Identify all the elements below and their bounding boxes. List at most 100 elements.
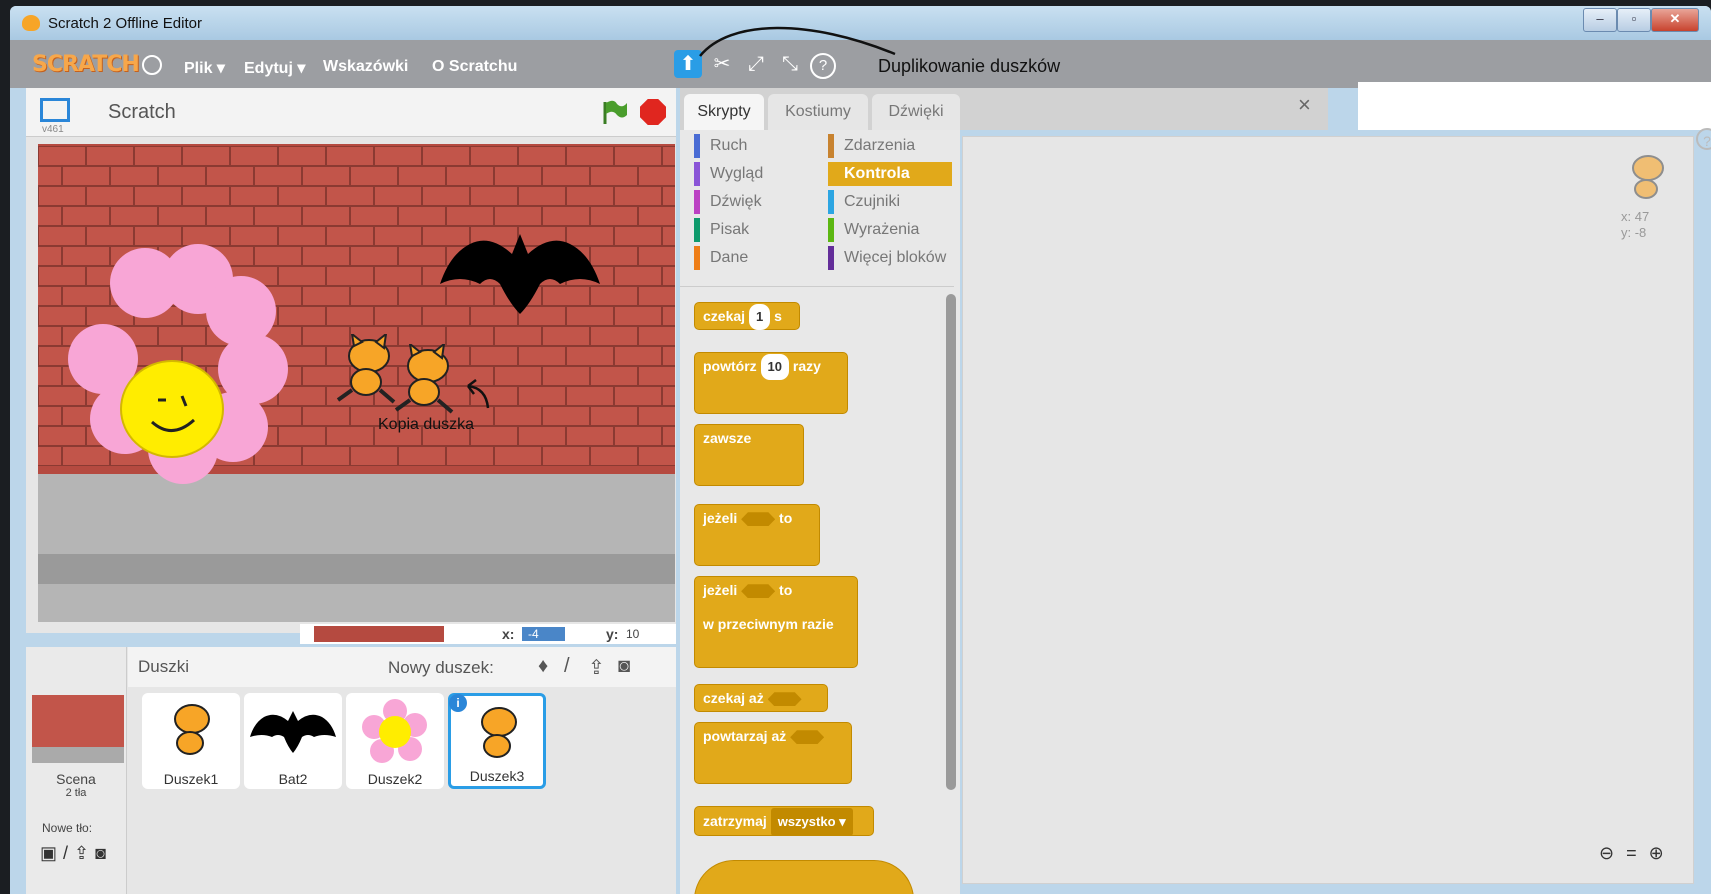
stage-header: v461 Scratch xyxy=(26,88,676,137)
help-icon[interactable]: ? xyxy=(1696,128,1711,150)
editor-tabs: Skrypty Kostiumy Dźwięki × xyxy=(680,88,1328,130)
repeat-block[interactable]: powtórz 10 razy xyxy=(694,352,848,414)
brick xyxy=(518,426,566,446)
zoom-reset-icon[interactable]: = xyxy=(1626,843,1649,863)
sprite-card-bat2[interactable]: Bat2 xyxy=(244,693,342,789)
condition-slot[interactable] xyxy=(741,584,776,599)
backdrop-tools-icon[interactable]: ▣/⇪◙ xyxy=(40,843,112,864)
block-input[interactable]: 10 xyxy=(760,354,790,380)
tab-scripts[interactable]: Skrypty xyxy=(684,94,764,130)
green-flag-icon[interactable] xyxy=(600,98,628,126)
category-ruch[interactable]: Ruch xyxy=(694,134,816,158)
paint-sprite-icon[interactable]: / xyxy=(564,655,570,678)
wait-until-block[interactable]: czekaj aż xyxy=(694,684,828,712)
brick xyxy=(662,226,675,246)
brick xyxy=(86,146,134,166)
category-więcej-bloków[interactable]: Więcej bloków xyxy=(828,246,952,270)
flower-sprite[interactable] xyxy=(120,360,224,458)
brick xyxy=(518,186,566,206)
menu-about[interactable]: O Scratchu xyxy=(432,58,517,76)
brick xyxy=(278,266,326,286)
repeat-until-block[interactable]: powtarzaj aż xyxy=(694,722,852,784)
close-button[interactable]: ✕ xyxy=(1651,8,1699,32)
stop-dropdown[interactable]: wszystko ▾ xyxy=(770,808,853,836)
stage-canvas[interactable]: Kopia duszka xyxy=(38,144,675,622)
zoom-out-icon[interactable]: ⊖ xyxy=(1599,843,1626,863)
brick xyxy=(302,246,350,266)
brick xyxy=(470,186,518,206)
sprite-card-duszek3[interactable]: i Duszek3 xyxy=(448,693,546,789)
forever-block[interactable]: zawsze xyxy=(694,424,804,486)
window-title: Scratch 2 Offline Editor xyxy=(48,15,202,32)
brick xyxy=(614,346,662,366)
stage-selector[interactable]: Scena 2 tła Nowe tło: ▣/⇪◙ xyxy=(26,647,127,894)
fullscreen-icon[interactable] xyxy=(40,98,70,122)
scratch-logo[interactable]: SCRATCH xyxy=(32,52,140,77)
camera-icon[interactable]: ◙ xyxy=(618,655,630,678)
block-input[interactable]: 1 xyxy=(748,304,771,330)
category-label: Pisak xyxy=(710,221,750,238)
stage-panel: v461 Scratch Kopia duszka xyxy=(26,88,676,633)
sprite-library-icon[interactable]: ♦ xyxy=(538,655,548,678)
stop-block[interactable]: zatrzymaj wszystko ▾ xyxy=(694,806,874,836)
category-color-icon xyxy=(694,246,700,270)
brick xyxy=(422,146,470,166)
condition-slot[interactable] xyxy=(790,730,825,745)
if-block[interactable]: jeżeli to xyxy=(694,504,820,566)
cat-copy-sprite[interactable] xyxy=(390,344,464,414)
project-title[interactable]: Scratch xyxy=(108,101,176,124)
brick xyxy=(398,166,446,186)
zoom-controls[interactable]: ⊖=⊕ xyxy=(1599,843,1676,864)
category-wygląd[interactable]: Wygląd xyxy=(694,162,816,186)
brick xyxy=(326,266,374,286)
brick xyxy=(614,186,662,206)
category-dźwięk[interactable]: Dźwięk xyxy=(694,190,816,214)
brick xyxy=(566,346,614,366)
globe-icon[interactable] xyxy=(142,55,162,75)
bat-sprite[interactable] xyxy=(430,214,610,324)
wait-block[interactable]: czekaj 1 s xyxy=(694,302,800,330)
menu-tips[interactable]: Wskazówki xyxy=(323,58,408,76)
category-wyrażenia[interactable]: Wyrażenia xyxy=(828,218,952,242)
category-kontrola[interactable]: Kontrola xyxy=(828,162,952,186)
info-icon[interactable]: i xyxy=(449,694,467,712)
zoom-in-icon[interactable]: ⊕ xyxy=(1649,843,1676,863)
brick xyxy=(182,226,230,246)
if-else-block[interactable]: jeżeli to w przeciwnym razie xyxy=(694,576,858,668)
condition-slot[interactable] xyxy=(741,512,776,527)
brick xyxy=(638,326,675,346)
brick xyxy=(278,386,326,406)
category-czujniki[interactable]: Czujniki xyxy=(828,190,952,214)
brick xyxy=(638,166,675,186)
brick xyxy=(350,286,398,306)
cat-thumbnail-icon xyxy=(174,704,210,755)
minimize-button[interactable]: – xyxy=(1583,8,1617,32)
hat-block[interactable] xyxy=(694,860,914,894)
sprite-card-duszek1[interactable]: Duszek1 xyxy=(142,693,240,789)
brick xyxy=(326,226,374,246)
menu-edit[interactable]: Edytuj ▾ xyxy=(244,58,305,78)
tab-costumes[interactable]: Kostiumy xyxy=(768,94,868,130)
sprite-card-duszek2[interactable]: Duszek2 xyxy=(346,693,444,789)
brick xyxy=(38,226,86,246)
close-icon[interactable]: × xyxy=(1298,92,1311,118)
category-color-icon xyxy=(694,190,700,214)
brick xyxy=(614,226,662,246)
brick xyxy=(614,146,662,166)
category-pisak[interactable]: Pisak xyxy=(694,218,816,242)
brick xyxy=(494,326,542,346)
maximize-button[interactable]: ▫ xyxy=(1617,8,1651,32)
brick xyxy=(542,406,590,426)
menu-file[interactable]: Plik ▾ xyxy=(184,58,225,78)
palette-scrollbar[interactable] xyxy=(946,294,956,790)
stop-icon[interactable] xyxy=(640,99,666,125)
condition-slot[interactable] xyxy=(767,692,802,707)
category-dane[interactable]: Dane xyxy=(694,246,816,270)
brick xyxy=(206,166,254,186)
upload-sprite-icon[interactable]: ⇪ xyxy=(588,655,605,680)
brick xyxy=(590,366,638,386)
annotation-arrow-icon xyxy=(699,26,896,57)
category-zdarzenia[interactable]: Zdarzenia xyxy=(828,134,952,158)
tab-sounds[interactable]: Dźwięki xyxy=(872,94,960,130)
scripts-area[interactable]: x: 47 y: -8 ⊖=⊕ xyxy=(962,136,1694,884)
